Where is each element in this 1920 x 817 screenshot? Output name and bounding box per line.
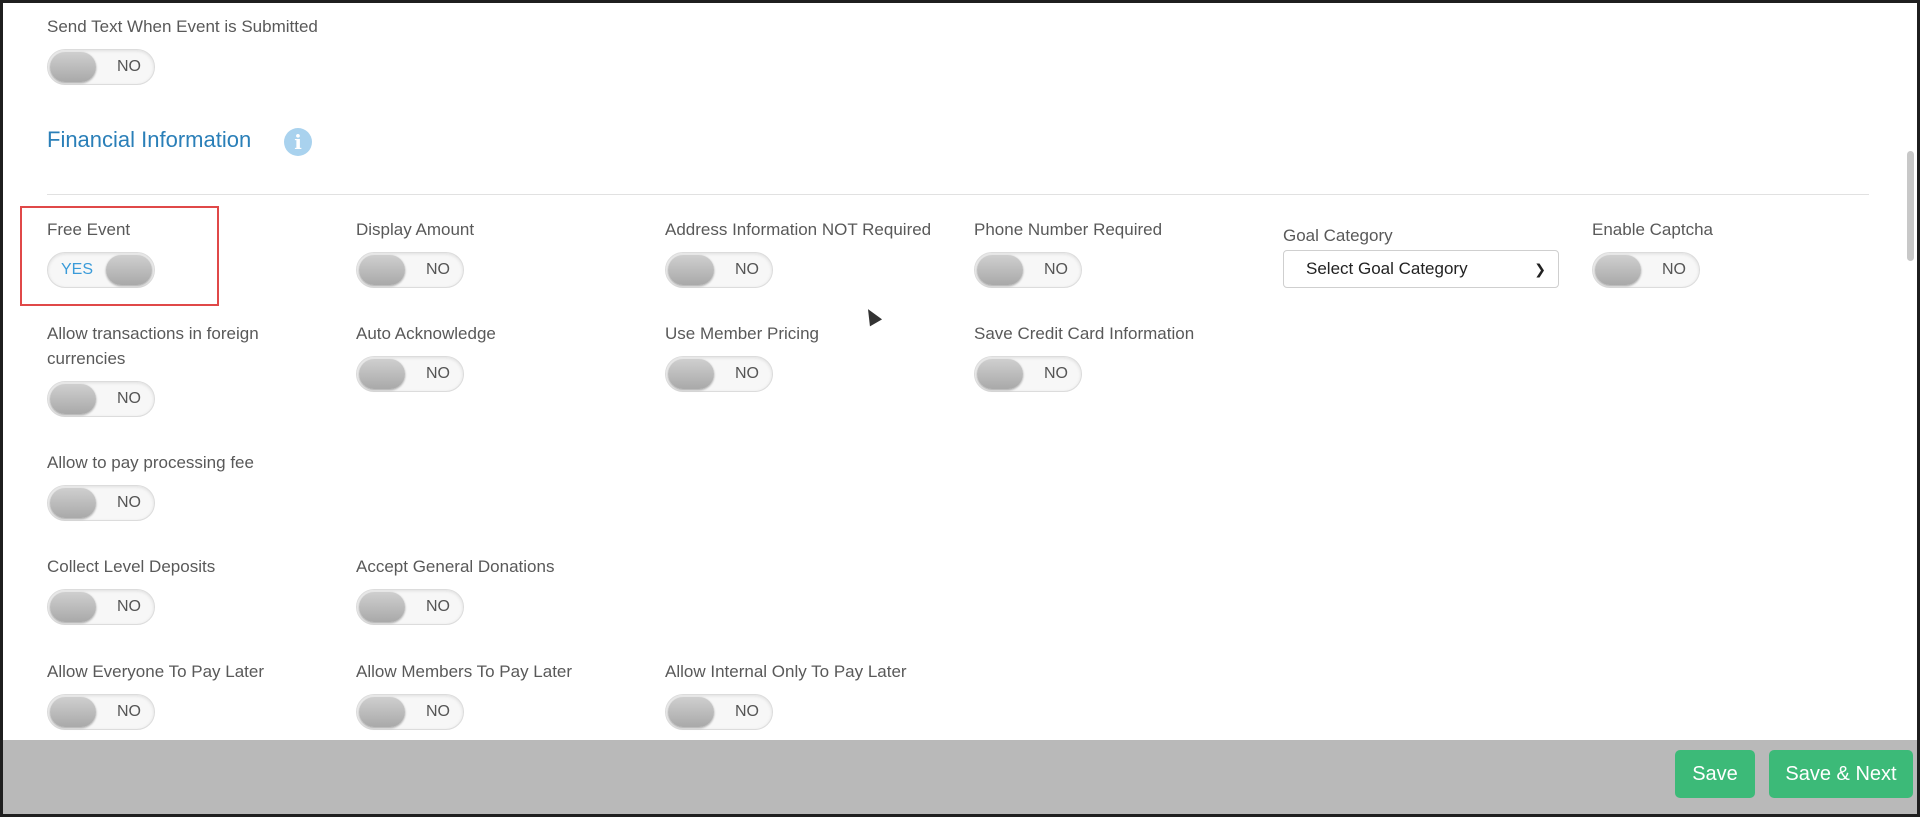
info-icon[interactable]: i (284, 128, 312, 156)
address-not-required-toggle[interactable]: NO (665, 252, 773, 288)
toggle-state: NO (1044, 365, 1068, 382)
members-pay-later-toggle[interactable]: NO (356, 694, 464, 730)
field-processing-fee: Allow to pay processing fee NO (47, 450, 254, 521)
toggle-knob (977, 255, 1023, 285)
toggle-state: NO (117, 494, 141, 511)
field-internal-pay-later: Allow Internal Only To Pay Later NO (665, 659, 907, 730)
members-pay-later-label: Allow Members To Pay Later (356, 662, 573, 681)
field-members-pay-later: Allow Members To Pay Later NO (356, 659, 572, 730)
send-text-toggle[interactable]: NO (47, 49, 155, 85)
scrollbar-thumb[interactable] (1907, 151, 1914, 261)
toggle-knob (977, 359, 1023, 389)
mouse-cursor-icon (861, 305, 883, 327)
save-next-button[interactable]: Save & Next (1769, 750, 1913, 798)
free-event-toggle[interactable]: YES (47, 252, 155, 288)
section-title: Financial Information (47, 127, 252, 152)
general-donations-toggle[interactable]: NO (356, 589, 464, 625)
enable-captcha-toggle[interactable]: NO (1592, 252, 1700, 288)
toggle-state: NO (426, 598, 450, 615)
level-deposits-label: Collect Level Deposits (47, 557, 216, 576)
toggle-state: NO (117, 598, 141, 615)
goal-category-value: Select Goal Category (1306, 259, 1468, 278)
toggle-state: NO (117, 390, 141, 407)
field-free-event: Free Event YES (47, 217, 155, 288)
foreign-currencies-toggle[interactable]: NO (47, 381, 155, 417)
toggle-state: NO (735, 261, 759, 278)
general-donations-label: Accept General Donations (356, 557, 555, 576)
app-window: Send Text When Event is Submitted NO Fin… (0, 0, 1920, 817)
field-send-text: Send Text When Event is Submitted NO (47, 14, 318, 85)
toggle-knob (106, 255, 152, 285)
display-amount-toggle[interactable]: NO (356, 252, 464, 288)
field-enable-captcha: Enable Captcha NO (1592, 217, 1713, 288)
toggle-knob (668, 359, 714, 389)
toggle-state: NO (117, 58, 141, 75)
toggle-knob (359, 359, 405, 389)
toggle-state: NO (735, 365, 759, 382)
internal-pay-later-toggle[interactable]: NO (665, 694, 773, 730)
footer-bar: Save Save & Next (3, 740, 1917, 814)
form-content: Send Text When Event is Submitted NO Fin… (3, 3, 1917, 814)
field-everyone-pay-later: Allow Everyone To Pay Later NO (47, 659, 264, 730)
auto-acknowledge-label: Auto Acknowledge (356, 324, 496, 343)
display-amount-label: Display Amount (356, 220, 475, 239)
enable-captcha-label: Enable Captcha (1592, 220, 1713, 239)
toggle-knob (50, 592, 96, 622)
internal-pay-later-label: Allow Internal Only To Pay Later (665, 662, 907, 681)
field-auto-acknowledge: Auto Acknowledge NO (356, 321, 496, 392)
free-event-label: Free Event (47, 220, 131, 239)
section-divider (47, 194, 1869, 195)
toggle-knob (359, 255, 405, 285)
phone-required-label: Phone Number Required (974, 220, 1163, 239)
address-not-required-label: Address Information NOT Required (665, 220, 932, 239)
field-display-amount: Display Amount NO (356, 217, 474, 288)
field-general-donations: Accept General Donations NO (356, 554, 554, 625)
goal-category-label: Goal Category (1283, 226, 1393, 245)
toggle-knob (50, 488, 96, 518)
processing-fee-label: Allow to pay processing fee (47, 453, 254, 472)
toggle-state: NO (426, 703, 450, 720)
toggle-knob (50, 384, 96, 414)
toggle-knob (359, 592, 405, 622)
toggle-knob (359, 697, 405, 727)
auto-acknowledge-toggle[interactable]: NO (356, 356, 464, 392)
toggle-state: NO (426, 365, 450, 382)
member-pricing-label: Use Member Pricing (665, 324, 819, 343)
field-phone-required: Phone Number Required NO (974, 217, 1162, 288)
toggle-state: NO (426, 261, 450, 278)
toggle-knob (668, 697, 714, 727)
everyone-pay-later-label: Allow Everyone To Pay Later (47, 662, 265, 681)
save-credit-card-toggle[interactable]: NO (974, 356, 1082, 392)
toggle-state: NO (735, 703, 759, 720)
phone-required-toggle[interactable]: NO (974, 252, 1082, 288)
field-level-deposits: Collect Level Deposits NO (47, 554, 215, 625)
toggle-state: NO (117, 703, 141, 720)
field-foreign-currencies: Allow transactions in foreign currencies… (47, 321, 277, 417)
toggle-knob (1595, 255, 1641, 285)
save-credit-card-label: Save Credit Card Information (974, 324, 1195, 343)
toggle-knob (50, 52, 96, 82)
level-deposits-toggle[interactable]: NO (47, 589, 155, 625)
save-button[interactable]: Save (1675, 750, 1755, 798)
field-member-pricing: Use Member Pricing NO (665, 321, 819, 392)
everyone-pay-later-toggle[interactable]: NO (47, 694, 155, 730)
toggle-state: YES (61, 261, 94, 278)
field-address-not-required: Address Information NOT Required NO (665, 217, 931, 288)
toggle-knob (668, 255, 714, 285)
chevron-down-icon: ❯ (1534, 261, 1546, 277)
send-text-label: Send Text When Event is Submitted (47, 17, 318, 36)
goal-category-select[interactable]: Select Goal Category ❯ (1283, 250, 1559, 288)
processing-fee-toggle[interactable]: NO (47, 485, 155, 521)
toggle-knob (50, 697, 96, 727)
field-goal-category: Goal Category (1283, 223, 1393, 248)
toggle-state: NO (1044, 261, 1068, 278)
field-save-credit-card: Save Credit Card Information NO (974, 321, 1194, 392)
member-pricing-toggle[interactable]: NO (665, 356, 773, 392)
foreign-currencies-label: Allow transactions in foreign currencies (47, 324, 259, 368)
toggle-state: NO (1662, 261, 1686, 278)
